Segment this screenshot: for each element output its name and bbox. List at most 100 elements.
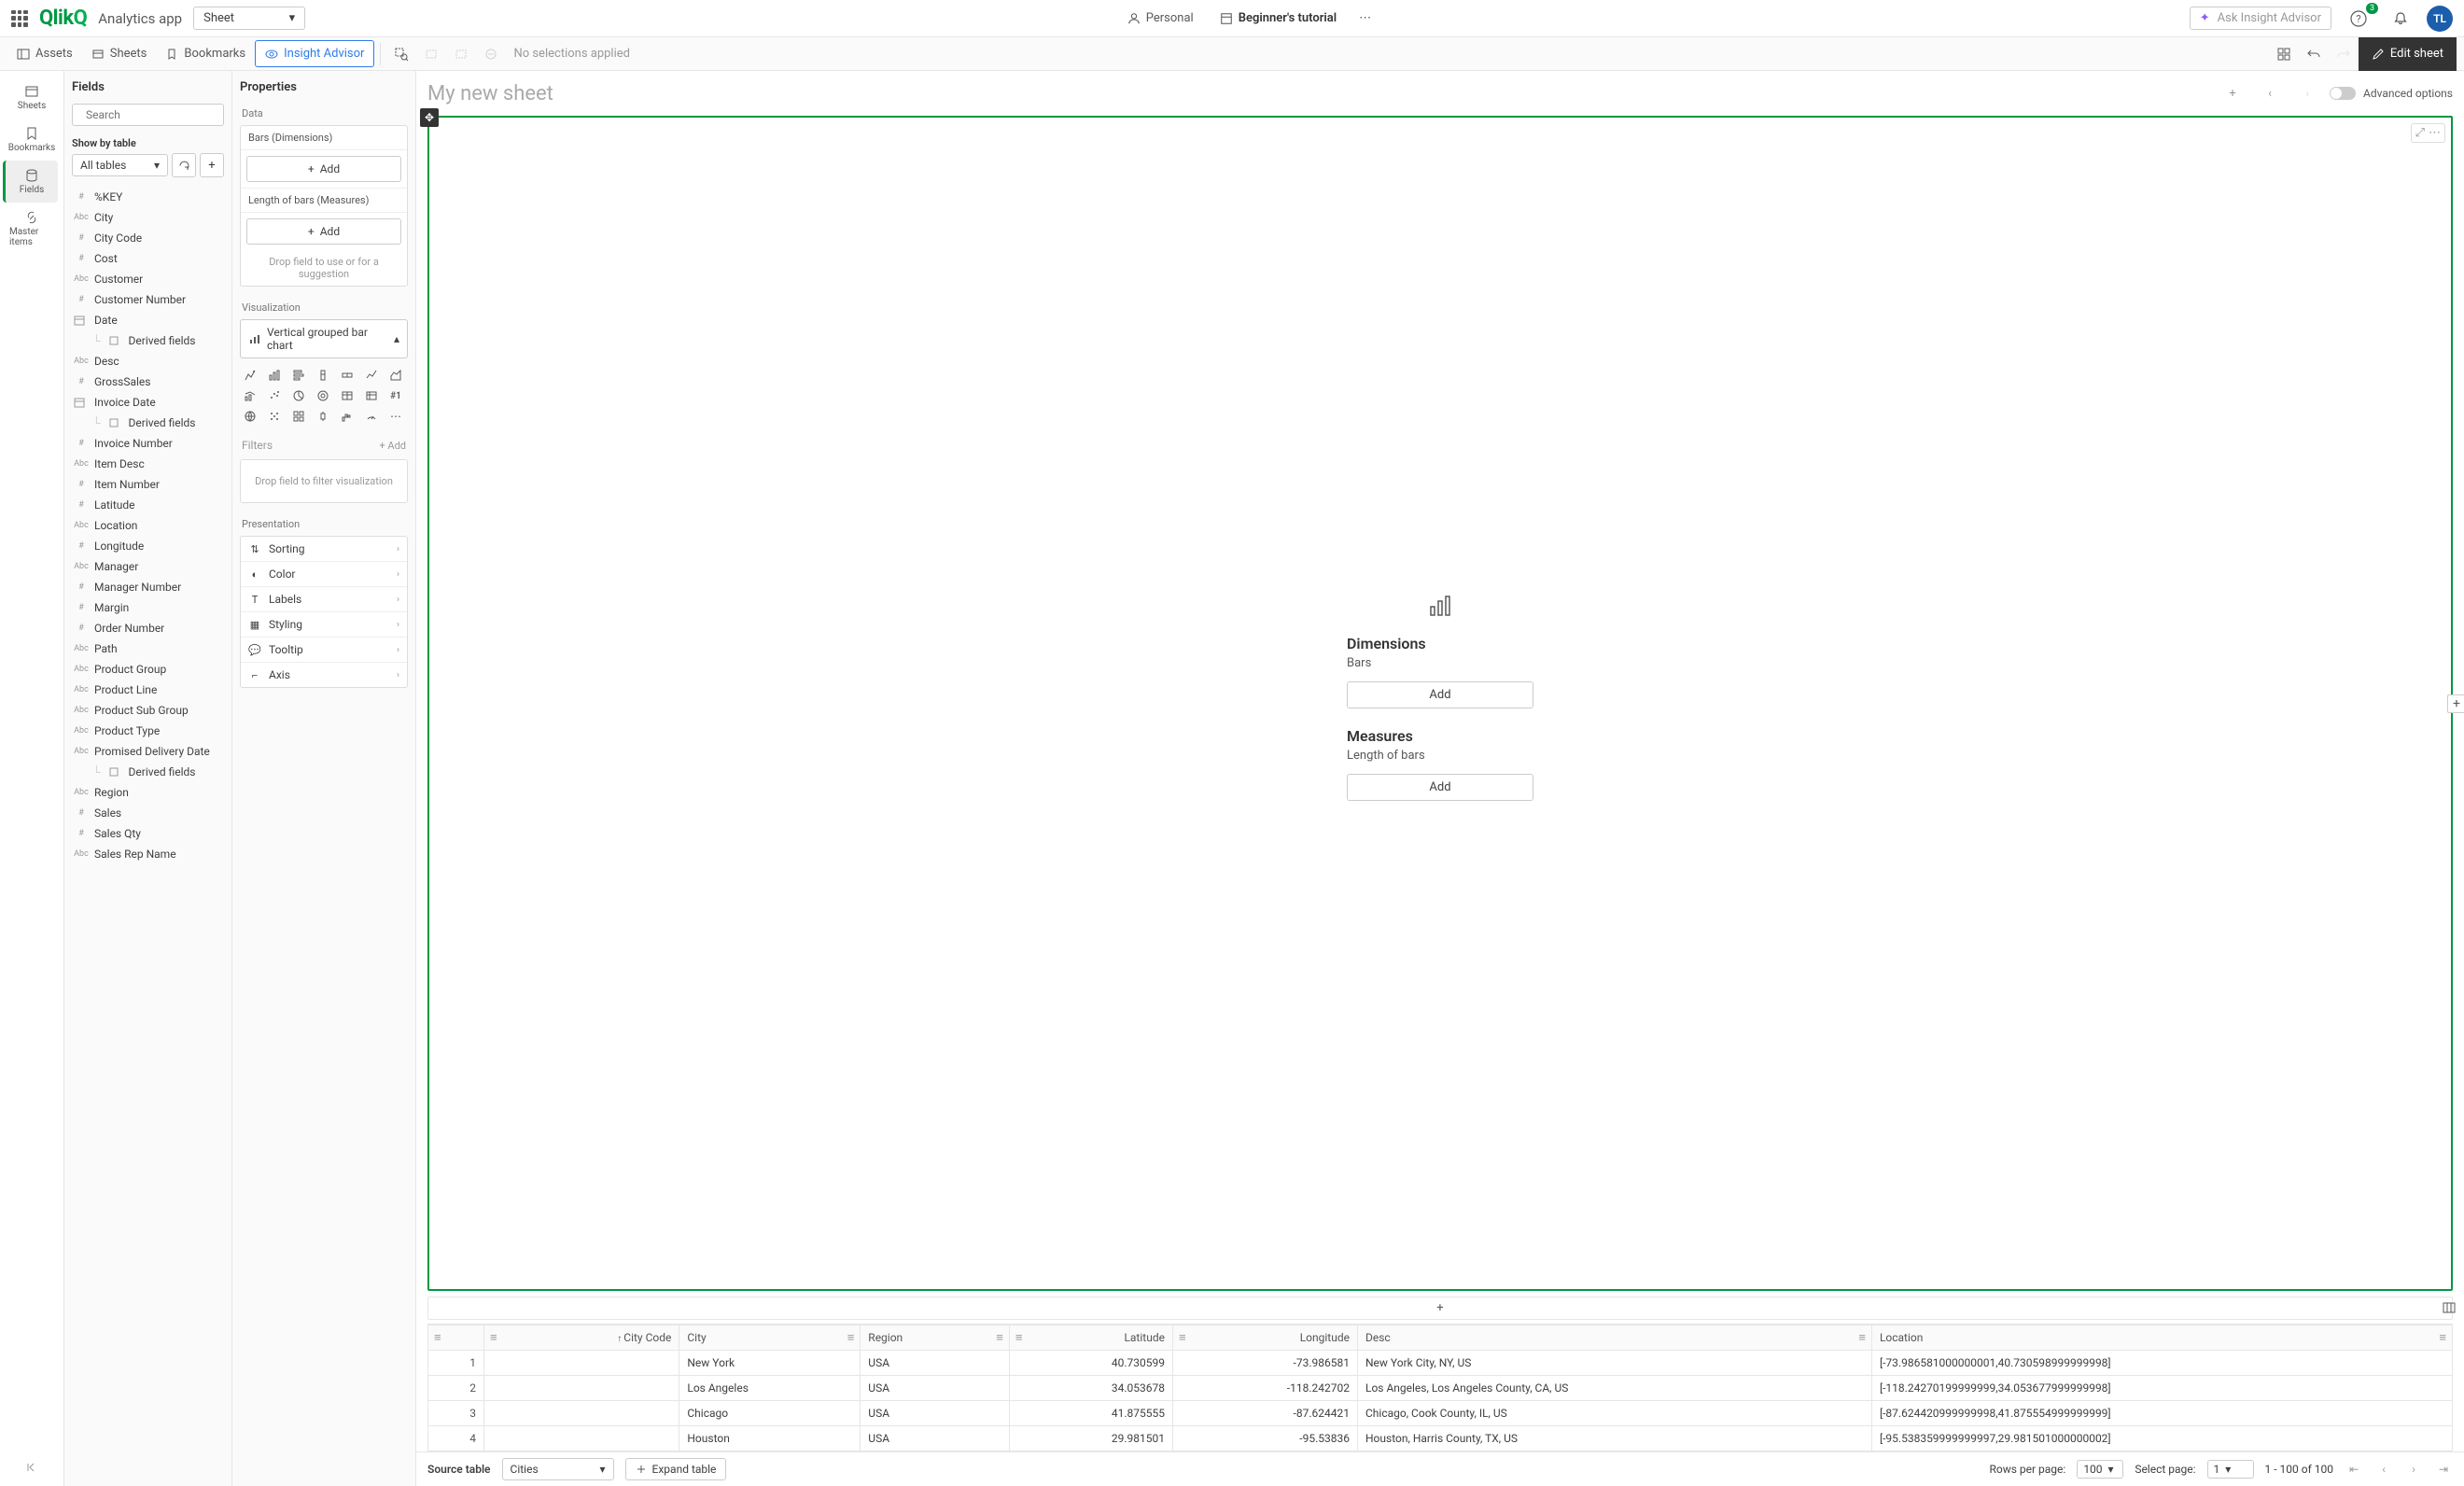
field-item[interactable]: #Margin <box>64 597 231 618</box>
personal-button[interactable]: Personal <box>1120 7 1201 29</box>
presentation-axis[interactable]: ⌐Axis› <box>241 663 407 687</box>
column-menu-icon[interactable]: ≡ <box>2439 1330 2446 1345</box>
viz-pivot-icon[interactable] <box>361 386 382 405</box>
field-item[interactable]: #City Code <box>64 228 231 248</box>
source-table-select[interactable]: Cities ▾ <box>502 1458 614 1480</box>
rows-per-page-select[interactable]: 100 ▾ <box>2077 1460 2123 1479</box>
column-menu-icon[interactable]: ≡ <box>1858 1330 1866 1345</box>
viz-hbar-icon[interactable] <box>288 366 309 385</box>
undo-button[interactable] <box>2299 39 2329 69</box>
help-button[interactable]: ? 3 <box>2343 7 2374 31</box>
field-item[interactable]: #Order Number <box>64 618 231 638</box>
field-item[interactable]: #GrossSales <box>64 372 231 392</box>
viz-kpi-icon[interactable]: #1 <box>385 386 406 405</box>
fields-search[interactable] <box>72 104 224 126</box>
field-item[interactable]: #Customer Number <box>64 289 231 310</box>
grid-view-button[interactable] <box>2269 39 2299 69</box>
column-menu-icon[interactable]: ≡ <box>434 1330 441 1345</box>
prev-page-button[interactable]: ‹ <box>2374 1460 2393 1479</box>
viz-type-selector[interactable]: Vertical grouped bar chart ▴ <box>240 319 408 358</box>
column-header[interactable]: ≡Region <box>861 1325 1010 1351</box>
add-measure-canvas-button[interactable]: Add <box>1347 774 1533 801</box>
insight-advisor-search[interactable]: ✦ Ask Insight Advisor <box>2190 7 2331 30</box>
add-filter-button[interactable]: + Add <box>379 440 406 452</box>
viz-table-icon[interactable] <box>337 386 357 405</box>
column-menu-icon[interactable]: ≡ <box>1179 1330 1186 1345</box>
rail-bookmarks[interactable]: Bookmarks <box>6 119 58 161</box>
tutorial-button[interactable]: Beginner's tutorial <box>1212 7 1344 29</box>
field-item[interactable]: AbcRegion <box>64 782 231 803</box>
column-header[interactable]: ≡City <box>679 1325 861 1351</box>
smart-search-button[interactable] <box>386 39 416 69</box>
viz-stacked-icon[interactable] <box>313 366 333 385</box>
add-field-button[interactable]: + <box>200 153 224 177</box>
last-page-button[interactable]: ⇥ <box>2434 1460 2453 1479</box>
table-layout-button[interactable] <box>2442 1300 2457 1315</box>
table-row[interactable]: 3ChicagoUSA41.875555-87.624421Chicago, C… <box>428 1401 2453 1426</box>
viz-more-icon[interactable]: ⋯ <box>385 407 406 426</box>
table-row[interactable]: 4HoustonUSA29.981501-95.53836Houston, Ha… <box>428 1426 2453 1451</box>
presentation-styling[interactable]: ▦Styling› <box>241 612 407 638</box>
field-item[interactable]: #Item Number <box>64 474 231 495</box>
column-header[interactable]: ≡Location <box>1871 1325 2452 1351</box>
rail-sheets[interactable]: Sheets <box>6 77 58 119</box>
edit-sheet-button[interactable]: Edit sheet <box>2359 37 2457 71</box>
bookmarks-button[interactable]: Bookmarks <box>156 41 255 66</box>
field-item[interactable]: └Derived fields <box>64 330 231 351</box>
visualization-container[interactable]: ✥ ⤢ ⋯ Dimensions Bars Add Measures <box>427 116 2453 1291</box>
field-item[interactable]: #%KEY <box>64 187 231 207</box>
field-item[interactable]: Invoice Date <box>64 392 231 413</box>
move-handle-icon[interactable]: ✥ <box>420 108 439 127</box>
table-row[interactable]: 1New YorkUSA40.730599-73.986581New York … <box>428 1351 2453 1376</box>
table-row[interactable]: 2Los AngelesUSA34.053678-118.242702Los A… <box>428 1376 2453 1401</box>
viz-gauge-icon[interactable] <box>361 407 382 426</box>
field-item[interactable]: AbcCustomer <box>64 269 231 289</box>
first-page-button[interactable]: ⇤ <box>2345 1460 2363 1479</box>
collapse-rail-button[interactable] <box>24 1460 39 1475</box>
viz-scatter-icon[interactable] <box>264 386 285 405</box>
viz-treemap-icon[interactable] <box>264 407 285 426</box>
viz-boxplot-icon[interactable] <box>313 407 333 426</box>
viz-auto-icon[interactable] <box>240 366 260 385</box>
advanced-options-toggle[interactable] <box>2330 87 2356 100</box>
field-item[interactable]: #Invoice Number <box>64 433 231 454</box>
rail-master-items[interactable]: Master items <box>6 203 58 255</box>
table-selector[interactable]: All tables ▾ <box>72 154 168 176</box>
column-header[interactable]: ≡↑City Code <box>484 1325 679 1351</box>
viz-area-icon[interactable] <box>385 366 406 385</box>
sheets-button[interactable]: Sheets <box>82 41 157 66</box>
add-below-strip[interactable]: + <box>427 1297 2453 1320</box>
add-object-button[interactable]: + <box>2218 78 2247 108</box>
field-item[interactable]: #Longitude <box>64 536 231 556</box>
presentation-color[interactable]: ◐Color› <box>241 562 407 587</box>
field-item[interactable]: #Latitude <box>64 495 231 515</box>
viz-more-icon[interactable]: ⋯ <box>2429 126 2441 140</box>
sheet-title[interactable]: My new sheet <box>427 82 553 105</box>
field-item[interactable]: AbcManager <box>64 556 231 577</box>
field-item[interactable]: #Sales <box>64 803 231 823</box>
notifications-button[interactable] <box>2386 7 2415 30</box>
presentation-tooltip[interactable]: 💬Tooltip› <box>241 638 407 663</box>
rail-fields[interactable]: Fields <box>3 161 58 203</box>
column-menu-icon[interactable]: ≡ <box>490 1330 497 1345</box>
field-item[interactable]: AbcProduct Type <box>64 721 231 741</box>
app-launcher-icon[interactable] <box>11 10 28 27</box>
field-item[interactable]: AbcPromised Delivery Date <box>64 741 231 762</box>
column-menu-icon[interactable]: ≡ <box>996 1330 1003 1345</box>
expand-viz-icon[interactable]: ⤢ <box>2415 126 2425 140</box>
field-item[interactable]: AbcProduct Line <box>64 680 231 700</box>
avatar[interactable]: TL <box>2427 6 2453 32</box>
field-item[interactable]: Date <box>64 310 231 330</box>
field-item[interactable]: AbcProduct Group <box>64 659 231 680</box>
field-item[interactable]: └Derived fields <box>64 413 231 433</box>
viz-pie-icon[interactable] <box>288 386 309 405</box>
column-header[interactable]: ≡Latitude <box>1009 1325 1172 1351</box>
field-item[interactable]: AbcPath <box>64 638 231 659</box>
refresh-fields-button[interactable] <box>172 153 196 177</box>
fields-search-input[interactable] <box>86 108 231 121</box>
viz-donut-icon[interactable] <box>313 386 333 405</box>
add-dimension-canvas-button[interactable]: Add <box>1347 681 1533 708</box>
presentation-sorting[interactable]: ⇅Sorting› <box>241 537 407 562</box>
assets-button[interactable]: Assets <box>7 41 82 66</box>
viz-hstacked-icon[interactable] <box>337 366 357 385</box>
